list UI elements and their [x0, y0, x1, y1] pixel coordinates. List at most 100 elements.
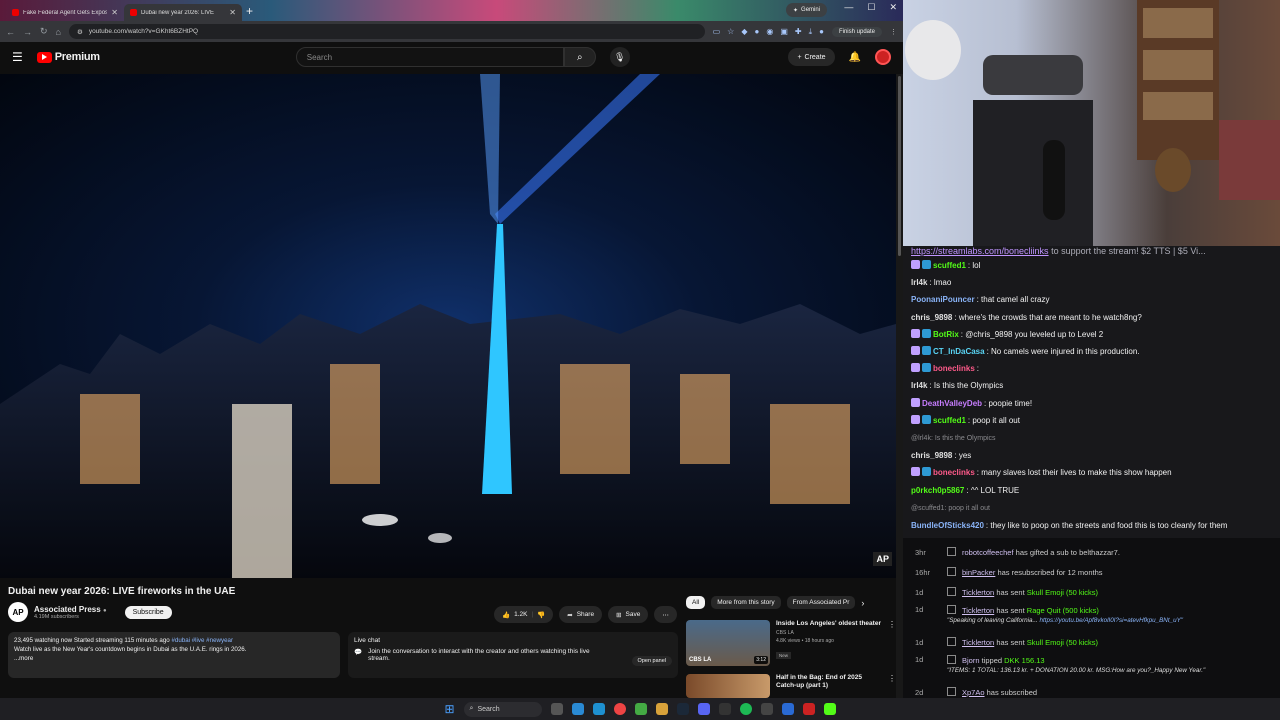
account-avatar[interactable] [875, 49, 891, 65]
app-icon[interactable] [781, 703, 794, 715]
channel-avatar[interactable]: AP [8, 602, 28, 622]
recommended-video[interactable]: Half in the Bag: End of 2025 Catch-up (p… [686, 674, 896, 698]
close-tab-icon[interactable]: ✕ [229, 8, 236, 17]
extension-icon[interactable]: ● [754, 27, 759, 37]
reload-icon[interactable]: ↻ [40, 26, 48, 37]
chat-username[interactable]: BotRix [933, 330, 959, 339]
folder-icon[interactable] [655, 703, 668, 715]
chat-username[interactable]: chris_9898 [911, 451, 952, 460]
voice-search-button[interactable]: 🎙 [609, 47, 630, 67]
event-username[interactable]: Xp7Ao [962, 688, 985, 697]
new-tab-button[interactable]: + [246, 4, 253, 18]
chat-username[interactable]: CT_InDaCasa [933, 347, 985, 356]
recommended-video[interactable]: CBS LA 3:12 Inside Los Angeles' oldest t… [686, 620, 896, 666]
event-username[interactable]: Ticklerton [962, 638, 994, 647]
chat-username[interactable]: lrl4k [911, 278, 927, 287]
open-panel-button[interactable]: Open panel [631, 656, 672, 666]
event-username[interactable]: Bjorn [962, 656, 980, 665]
save-button[interactable]: ⊞ Save [608, 606, 649, 623]
start-icon[interactable]: ⊞ [444, 702, 454, 716]
tab-dubai-new-year[interactable]: Dubai new year 2026: LIVE ✕ [124, 4, 242, 21]
back-icon[interactable]: ← [6, 27, 15, 37]
edge-icon[interactable] [592, 703, 605, 715]
chat-username[interactable]: DeathValleyDeb [922, 399, 982, 408]
share-button[interactable]: ➦ Share [559, 606, 603, 623]
obs-icon[interactable] [718, 703, 731, 715]
finish-update-button[interactable]: Finish update [831, 26, 882, 37]
kick-icon[interactable] [823, 703, 836, 715]
video-menu-icon[interactable]: ⋮ [888, 620, 896, 666]
taskbar-search[interactable]: ⌕ Search [463, 701, 542, 717]
search-button[interactable]: ⌕ [563, 47, 596, 67]
reply-text: @lrl4k: Is this the Olympics [911, 435, 996, 443]
extension-icon[interactable]: ▣ [780, 27, 788, 37]
chat-username[interactable]: scuffed1 [933, 416, 966, 425]
event-username[interactable]: binPacker [962, 568, 995, 577]
close-window-icon[interactable]: ✕ [889, 2, 897, 13]
gemini-button[interactable]: ✦ Gemini [786, 3, 828, 17]
chat-username[interactable]: boneclinks [933, 468, 975, 477]
streamlabs-link[interactable]: https://streamlabs.com/bonecliinks [911, 246, 1049, 256]
video-player[interactable]: AP [0, 74, 896, 578]
app-icon[interactable] [760, 703, 773, 715]
video-menu-icon[interactable]: ⋮ [888, 674, 896, 698]
event-username[interactable]: robotcoffeechef [962, 548, 1014, 557]
app-icon[interactable] [634, 703, 647, 715]
video-thumbnail[interactable] [686, 674, 770, 698]
chevron-right-icon[interactable]: › [861, 598, 864, 608]
chat-username[interactable]: chris_9898 [911, 313, 952, 322]
more-actions-button[interactable]: ⋯ [654, 606, 677, 623]
browser-menu-icon[interactable]: ⋮ [890, 28, 897, 36]
ap-watermark: AP [873, 552, 892, 566]
chip-all[interactable]: All [686, 596, 706, 609]
chat-username[interactable]: boneclinks [933, 364, 975, 373]
discord-icon[interactable] [697, 703, 710, 715]
chip-from-associated-press[interactable]: From Associated Pr [786, 596, 856, 609]
video-thumbnail[interactable]: CBS LA 3:12 [686, 620, 770, 666]
chat-username[interactable]: lrl4k [911, 381, 927, 390]
puzzle-icon[interactable]: ✚ [795, 27, 802, 37]
chat-username[interactable]: PoonaniPouncer [911, 295, 975, 304]
like-button[interactable]: 👍 1.2K | 👎 [494, 606, 554, 623]
site-info-icon[interactable]: ⚙ [77, 28, 83, 36]
downloads-icon[interactable]: ⤓ [809, 27, 813, 37]
home-icon[interactable]: ⌂ [56, 27, 61, 37]
page-scrollbar[interactable] [896, 74, 903, 698]
extension-icon[interactable]: ◆ [741, 27, 747, 37]
chrome-icon[interactable] [613, 703, 626, 715]
chat-username[interactable]: scuffed1 [933, 261, 966, 270]
channel-name[interactable]: Associated Press ● [34, 605, 107, 614]
cast-icon[interactable]: ▭ [713, 27, 721, 37]
browser-window: Fake Federal Agent Gets Expos ✕ Dubai ne… [0, 0, 903, 698]
url-field[interactable]: ⚙ youtube.com/watch?v=GKht6BZHtPQ [68, 24, 705, 39]
tab-fake-federal-agent[interactable]: Fake Federal Agent Gets Expos ✕ [6, 4, 124, 21]
youtube-logo[interactable]: Premium [36, 51, 100, 63]
notifications-bell-icon[interactable]: 🔔 [849, 52, 861, 63]
subscribe-button[interactable]: Subscribe [124, 605, 172, 619]
steam-icon[interactable] [676, 703, 689, 715]
chat-username[interactable]: p0rkch0p5867 [911, 486, 964, 495]
chip-more-from-story[interactable]: More from this story [711, 596, 781, 609]
event-username[interactable]: Ticklerton [962, 606, 994, 615]
event-username[interactable]: Ticklerton [962, 588, 994, 597]
description-box[interactable]: 23,495 watching now Started streaming 11… [8, 632, 340, 678]
extension-icon[interactable]: ◉ [766, 27, 773, 37]
profile-icon[interactable]: ● [819, 27, 824, 37]
create-button[interactable]: + Create [788, 48, 835, 66]
file-explorer-icon[interactable] [571, 703, 584, 715]
forward-icon[interactable]: → [23, 27, 32, 37]
maximize-icon[interactable]: ☐ [867, 2, 875, 13]
app-icon[interactable] [802, 703, 815, 715]
spotify-icon[interactable] [739, 703, 752, 715]
thumbs-down-icon[interactable]: 👎 [537, 611, 545, 619]
close-tab-icon[interactable]: ✕ [111, 8, 118, 17]
search-input[interactable]: Search [295, 47, 564, 67]
event-message-link[interactable]: https://youtu.be/Apf8vkolI0I?si=atevHfkp… [1040, 617, 1183, 624]
building [232, 404, 292, 578]
bookmark-star-icon[interactable]: ☆ [727, 27, 734, 37]
minimize-icon[interactable]: — [844, 2, 853, 13]
task-view-icon[interactable] [550, 703, 563, 715]
menu-icon[interactable]: ☰ [12, 50, 23, 64]
show-more-link[interactable]: ...more [14, 655, 334, 664]
chat-username[interactable]: BundleOfSticks420 [911, 521, 984, 530]
